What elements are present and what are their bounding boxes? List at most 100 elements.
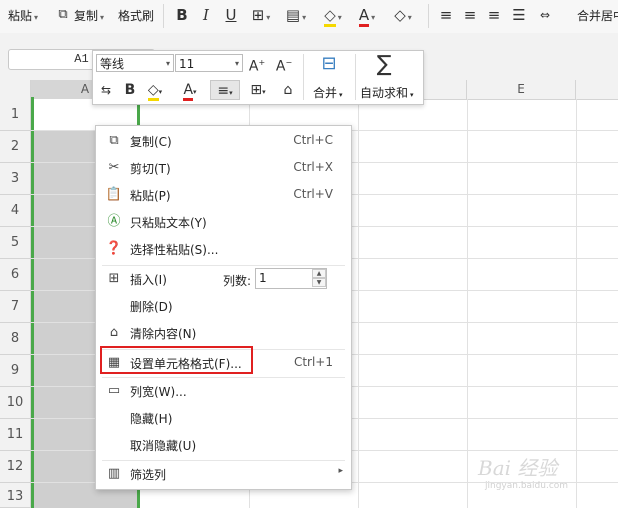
bold-icon[interactable]: B bbox=[174, 5, 190, 25]
select-all-corner[interactable] bbox=[0, 80, 31, 99]
row-header-3[interactable]: 3 bbox=[0, 163, 31, 195]
column-width-icon: ▭ bbox=[107, 383, 121, 398]
align-left-icon[interactable]: ≡ bbox=[438, 5, 454, 25]
menu-item-label: 筛选列 bbox=[130, 468, 167, 482]
menu-item-label: 清除内容(N) bbox=[130, 327, 197, 341]
menu-item-shortcut: Ctrl+X bbox=[293, 160, 333, 174]
scissors-icon: ✂ bbox=[108, 160, 120, 175]
autosum-button[interactable]: 自动求和 ▾ bbox=[360, 84, 414, 101]
watermark-url: jingyan.baidu.com bbox=[485, 481, 569, 491]
menu-item-filter-column[interactable]: ▥ 筛选列 ▸ bbox=[96, 461, 351, 488]
paste-text-icon: Ⓐ bbox=[107, 214, 121, 229]
divider bbox=[303, 54, 304, 100]
menu-item-unhide[interactable]: 取消隐藏(U) bbox=[96, 432, 351, 459]
row-header-7[interactable]: 7 bbox=[0, 291, 31, 323]
merge-center-button[interactable]: 合并居中 bbox=[577, 6, 618, 26]
menu-item-paste[interactable]: 📋 粘贴(P) Ctrl+V bbox=[96, 182, 351, 209]
chevron-down-icon: ▾ bbox=[34, 13, 39, 22]
font-color-icon[interactable]: A▾ bbox=[356, 5, 378, 27]
menu-item-label: 列宽(W)... bbox=[130, 385, 187, 399]
column-header-f[interactable] bbox=[576, 80, 618, 99]
menu-item-label: 取消隐藏(U) bbox=[130, 439, 197, 453]
align-right-icon[interactable]: ≡ bbox=[486, 5, 502, 25]
format-painter-button[interactable]: 格式刷 bbox=[118, 6, 154, 26]
merge-icon[interactable]: ⊟ bbox=[315, 54, 343, 74]
menu-item-label: 插入(I) bbox=[130, 273, 167, 287]
font-name-value: 等线 bbox=[100, 57, 125, 71]
font-color-icon[interactable]: A▾ bbox=[178, 80, 202, 101]
menu-item-shortcut: Ctrl+V bbox=[293, 187, 333, 201]
context-menu: ⧉ 复制(C) Ctrl+C ✂ 剪切(T) Ctrl+X 📋 粘贴(P) Ct… bbox=[95, 125, 352, 490]
row-header-6[interactable]: 6 bbox=[0, 259, 31, 291]
menu-item-label: 复制(C) bbox=[130, 135, 172, 149]
menu-item-shortcut: Ctrl+C bbox=[293, 133, 333, 147]
row-header-2[interactable]: 2 bbox=[0, 131, 31, 163]
menu-item-paste-special[interactable]: ❓ 选择性粘贴(S)... bbox=[96, 236, 351, 263]
row-header-4[interactable]: 4 bbox=[0, 195, 31, 227]
align-center-icon[interactable]: ≡ bbox=[462, 5, 478, 25]
ribbon-toolbar: 粘贴 ▾ ⧉ 复制 ▾ 格式刷 B I U ⊞ ▾ ▤ ▾ ◇ ▾ A ▾ ◇ ▾ ≡ ≡ ≡… bbox=[0, 0, 618, 34]
menu-item-clear[interactable]: ⌂ 清除内容(N) bbox=[96, 320, 351, 347]
menu-item-delete[interactable]: 删除(D) bbox=[96, 293, 351, 320]
chevron-down-icon: ▾ bbox=[100, 13, 105, 22]
divider bbox=[355, 54, 356, 100]
row-header-9[interactable]: 9 bbox=[0, 355, 31, 387]
autosum-label: 自动求和 bbox=[360, 86, 409, 100]
column-header-e[interactable]: E bbox=[467, 80, 576, 99]
divider bbox=[163, 4, 164, 28]
menu-item-shortcut: Ctrl+1 bbox=[293, 355, 333, 369]
spin-up-icon[interactable]: ▲ bbox=[312, 269, 326, 278]
distribute-icon[interactable]: ⇔ bbox=[537, 5, 553, 25]
spin-down-icon[interactable]: ▼ bbox=[312, 278, 326, 287]
menu-item-copy[interactable]: ⧉ 复制(C) Ctrl+C bbox=[96, 128, 351, 155]
eraser-icon[interactable]: ◇ ▾ bbox=[392, 5, 414, 25]
bold-icon[interactable]: B bbox=[122, 80, 138, 100]
font-size-select[interactable]: 11 ▾ bbox=[175, 54, 243, 72]
menu-item-hide[interactable]: 隐藏(H) bbox=[96, 405, 351, 432]
font-name-select[interactable]: 等线 ▾ bbox=[96, 54, 174, 72]
row-header-5[interactable]: 5 bbox=[0, 227, 31, 259]
border-icon[interactable]: ⊞▾ bbox=[245, 80, 271, 100]
row-header-11[interactable]: 11 bbox=[0, 419, 31, 451]
italic-icon[interactable]: I bbox=[198, 5, 214, 25]
align-icon[interactable]: ≡▾ bbox=[210, 80, 240, 100]
border-icon[interactable]: ⊞▾ bbox=[250, 5, 272, 25]
divider bbox=[428, 4, 429, 28]
row-header-13[interactable]: 13 bbox=[0, 483, 31, 508]
increase-font-icon[interactable]: A+ bbox=[247, 53, 267, 75]
eraser-icon[interactable]: ⌂ bbox=[279, 80, 297, 100]
gridline bbox=[576, 99, 577, 508]
font-size-value: 11 bbox=[179, 57, 195, 71]
copy-label: 复制 bbox=[74, 9, 99, 23]
copy-icon[interactable]: ⧉ bbox=[55, 5, 71, 25]
merge-label: 合并 bbox=[313, 86, 338, 100]
sigma-icon[interactable]: ∑ bbox=[372, 52, 396, 77]
fill-color-icon[interactable]: ◇▾ bbox=[322, 5, 344, 27]
row-header-10[interactable]: 10 bbox=[0, 387, 31, 419]
row-header-12[interactable]: 12 bbox=[0, 451, 31, 483]
cell-style-icon[interactable]: ▤ ▾ bbox=[285, 5, 307, 25]
chevron-down-icon: ▾ bbox=[234, 59, 239, 68]
merge-button[interactable]: 合并 ▾ bbox=[313, 84, 343, 101]
row-header-8[interactable]: 8 bbox=[0, 323, 31, 355]
copy-button[interactable]: 复制 ▾ bbox=[74, 6, 104, 26]
decrease-font-icon[interactable]: A− bbox=[274, 53, 294, 75]
fill-color-icon[interactable]: ◇▾ bbox=[143, 80, 167, 101]
menu-item-cut[interactable]: ✂ 剪切(T) Ctrl+X bbox=[96, 155, 351, 182]
underline-icon[interactable]: U bbox=[223, 5, 239, 25]
justify-icon[interactable]: ☰ bbox=[511, 5, 527, 25]
paste-button[interactable]: 粘贴 ▾ bbox=[8, 6, 38, 26]
floating-format-toolbar: 等线 ▾ 11 ▾ A+ A− ⇆ B ◇▾ A▾ ≡▾ ⊞▾ ⌂ ⊟ 合并 ▾ ∑ … bbox=[92, 50, 424, 105]
menu-item-label: 只粘贴文本(Y) bbox=[130, 216, 207, 230]
menu-item-paste-text[interactable]: Ⓐ 只粘贴文本(Y) bbox=[96, 209, 351, 236]
wrap-text-icon[interactable]: ⇆ bbox=[97, 80, 115, 100]
menu-item-label: 剪切(T) bbox=[130, 162, 171, 176]
menu-item-label: 粘贴(P) bbox=[130, 189, 171, 203]
paste-special-icon: ❓ bbox=[105, 241, 123, 256]
highlight-box bbox=[100, 346, 253, 374]
row-header-1[interactable]: 1 bbox=[0, 99, 31, 131]
selection-border bbox=[31, 97, 34, 508]
menu-item-column-width[interactable]: ▭ 列宽(W)... bbox=[96, 378, 351, 405]
eraser-icon: ⌂ bbox=[109, 325, 119, 340]
paste-label: 粘贴 bbox=[8, 9, 33, 23]
